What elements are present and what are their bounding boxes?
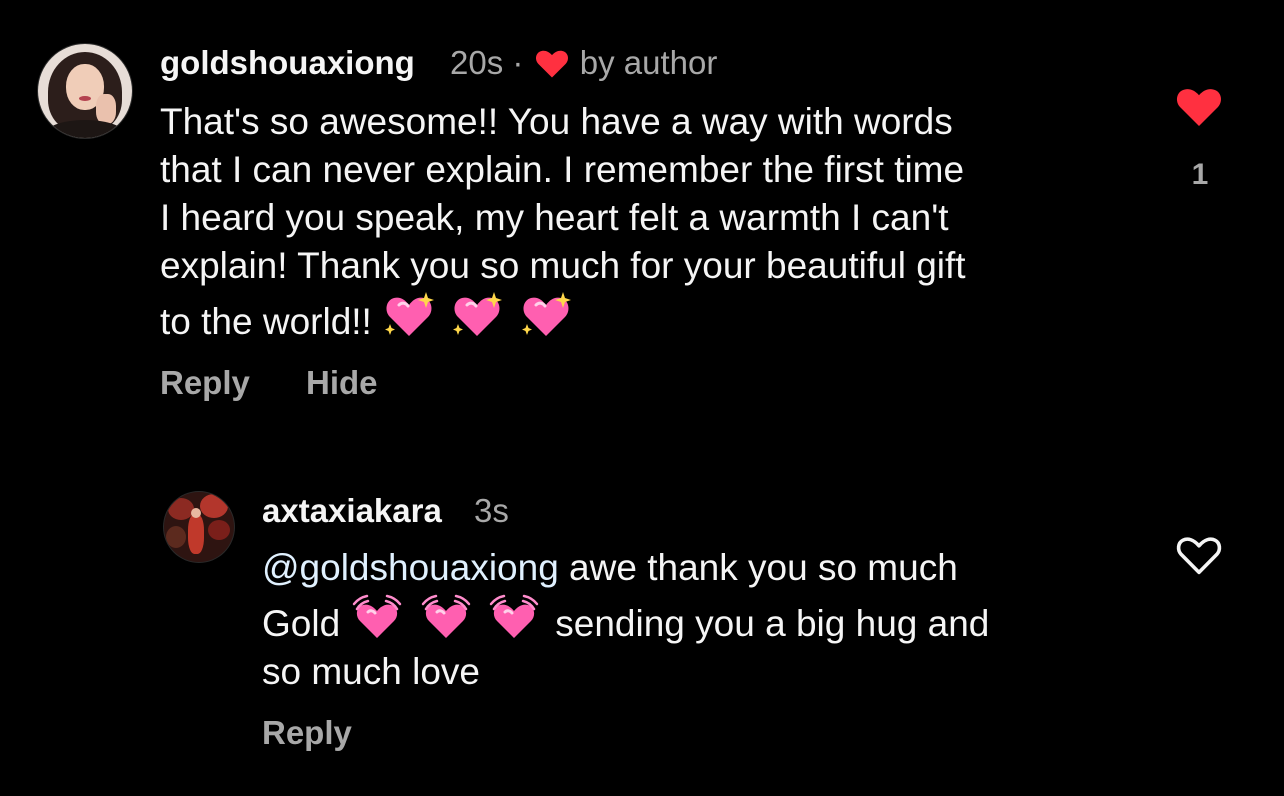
comment-text-fragment: Gold (262, 603, 341, 644)
beating-heart-emoji (421, 594, 470, 638)
heart-filled-icon (1176, 89, 1222, 126)
comment-text-line: @goldshouaxiong awe thank you so much (262, 544, 989, 592)
avatar-foliage (208, 520, 230, 540)
mention-link[interactable]: @goldshouaxiong (262, 547, 559, 588)
sparkling-heart-emoji (453, 292, 503, 336)
avatar-foliage (200, 494, 228, 518)
comment-meta: 20s · by author (450, 44, 717, 82)
avatar-lips (79, 96, 91, 101)
avatar-figure-head (191, 508, 201, 518)
emoji-group (350, 594, 555, 644)
reply-button[interactable]: Reply (262, 714, 352, 752)
avatar[interactable] (164, 492, 234, 562)
comment-text: @goldshouaxiong awe thank you so much Go… (262, 544, 989, 696)
like-button[interactable] (1174, 84, 1224, 133)
comment-text-line: explain! Thank you so much for your beau… (160, 245, 966, 286)
sparkling-heart-emoji (521, 292, 571, 336)
comment-username[interactable]: axtaxiakara (262, 492, 442, 530)
hide-button[interactable]: Hide (306, 364, 378, 402)
heart-icon (535, 50, 568, 78)
sparkling-heart-emoji (385, 292, 435, 336)
comment-text-line: Gold sending you a big hug and (262, 592, 989, 648)
comment-text-fragment: awe thank you so much (558, 547, 958, 588)
meta-separator: · (512, 44, 524, 81)
comment-text-fragment: sending you a big hug and (555, 603, 990, 644)
reply-button[interactable]: Reply (160, 364, 250, 402)
comment-text-fragment: to the world!! (160, 301, 372, 342)
heart-outline-icon (1176, 537, 1222, 575)
liked-by-author-label: by author (579, 44, 718, 81)
comment-text-line: that I can never explain. I remember the… (160, 149, 965, 190)
comment-text-line-last: to the world!! (160, 290, 966, 346)
beating-heart-emoji (489, 594, 539, 638)
comment-time: 3s (474, 492, 509, 529)
beating-heart-emoji (353, 594, 402, 638)
like-button[interactable] (1174, 532, 1224, 581)
comment-text-line: so much love (262, 651, 480, 692)
comment-time: 20s (450, 44, 504, 81)
avatar-hand (96, 94, 116, 124)
comment-text-line: That's so awesome!! You have a way with … (160, 101, 953, 142)
comment-text-line: I heard you speak, my heart felt a warmt… (160, 197, 949, 238)
comment-text: That's so awesome!! You have a way with … (160, 98, 966, 346)
emoji-group (382, 292, 577, 342)
like-count[interactable]: 1 (1180, 158, 1220, 192)
comment-username[interactable]: goldshouaxiong (160, 44, 415, 82)
avatar-figure (188, 514, 204, 554)
avatar[interactable] (38, 44, 132, 138)
avatar-foliage (166, 526, 186, 548)
